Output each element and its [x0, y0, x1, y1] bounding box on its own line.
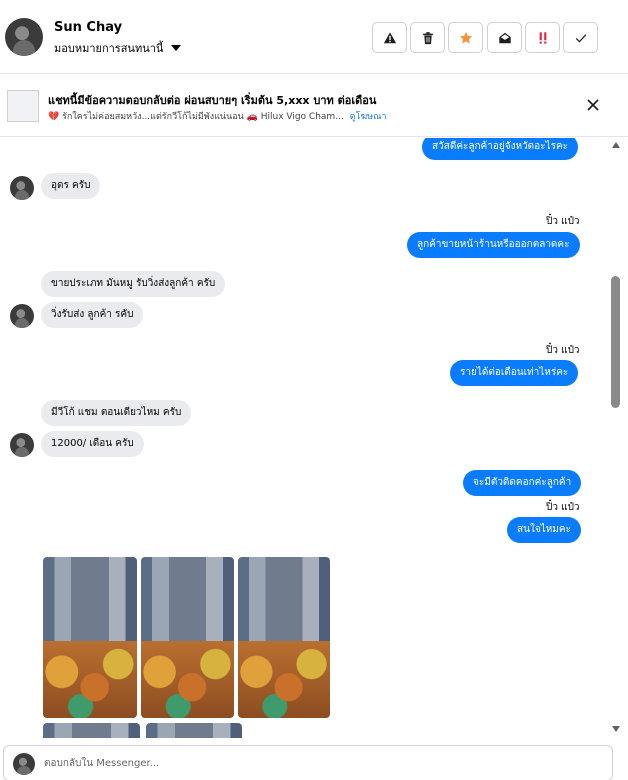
sender-name: ปิ๋ว แป๋ว — [546, 345, 580, 356]
outgoing-message[interactable]: จะมีตัวติดคอกค่ะลูกค้า — [463, 470, 582, 496]
photo-attachment[interactable] — [141, 557, 234, 718]
trash-icon — [422, 31, 433, 44]
conversation-header: Sun Chay มอบหมายการสนทนานี้ — [0, 0, 628, 74]
ad-title: แชทนี้มีข้อความตอบกลับต่อ ผ่อนสบายๆ เริ่… — [48, 94, 377, 107]
contact-avatar[interactable] — [5, 18, 43, 56]
contact-avatar — [10, 433, 34, 457]
star-button[interactable] — [448, 22, 483, 53]
photo-attachment[interactable] — [146, 723, 242, 738]
ad-context-banner: แชทนี้มีข้อความตอบกลับต่อ ผ่อนสบายๆ เริ่… — [0, 74, 628, 137]
contact-name[interactable]: Sun Chay — [54, 20, 122, 35]
sender-name: ปิ๋ว แป๋ว — [546, 502, 580, 513]
incoming-message[interactable]: ขายประเภท มันหมู รับวิ่งส่งลูกค้า ครับ — [41, 271, 226, 297]
scroll-down-arrow-icon[interactable] — [612, 726, 620, 732]
outgoing-message[interactable]: รายได้ต่อเดือนเท่าไหร่คะ — [450, 360, 579, 386]
assign-conversation-dropdown[interactable]: มอบหมายการสนทนานี้ — [54, 39, 182, 57]
double-exclamation-icon — [539, 31, 546, 44]
mark-done-button[interactable] — [563, 22, 598, 53]
page-avatar — [13, 753, 35, 775]
contact-avatar — [10, 176, 34, 200]
photo-attachment[interactable] — [238, 557, 330, 718]
checkmark-icon — [575, 33, 586, 43]
report-button[interactable] — [372, 22, 407, 53]
photo-attachment[interactable] — [43, 557, 137, 718]
scrollbar-thumb[interactable] — [611, 276, 620, 408]
photo-attachment[interactable] — [43, 723, 140, 738]
incoming-message[interactable]: มีวีโก้ แชม ตอนเดียวไหม ครับ — [41, 400, 192, 426]
outgoing-message[interactable]: สนใจไหมคะ — [507, 517, 581, 543]
outgoing-message[interactable]: สวัสดีค่ะลูกค้าอยู่จังหวัดอะไรคะ — [422, 138, 579, 160]
reply-input[interactable] — [44, 754, 584, 772]
mark-spam-button[interactable] — [525, 22, 560, 53]
delete-button[interactable] — [410, 22, 445, 53]
message-composer — [3, 745, 613, 780]
scroll-up-arrow-icon[interactable] — [612, 142, 620, 148]
thread-scrollbar[interactable] — [608, 138, 626, 736]
mark-unread-button[interactable] — [487, 22, 522, 53]
message-thread[interactable]: สวัสดีค่ะลูกค้าอยู่จังหวัดอะไรคะ อุดร คร… — [0, 138, 628, 738]
outgoing-message[interactable]: ลูกค้าขายหน้าร้านหรือออกตลาดคะ — [407, 232, 580, 258]
open-envelope-icon — [498, 32, 511, 43]
incoming-message[interactable]: อุดร ครับ — [41, 173, 101, 199]
ad-thumbnail — [7, 90, 39, 122]
sender-name: ปิ๋ว แป๋ว — [546, 216, 580, 227]
assign-label: มอบหมายการสนทนานี้ — [54, 42, 164, 55]
contact-avatar — [10, 304, 34, 328]
ad-subtitle-row: 💔 รักใครไม่ค่อยสมหวัง...แต่รักวีโก้ไม่มี… — [48, 109, 386, 123]
warning-icon — [383, 31, 396, 43]
close-icon[interactable] — [584, 96, 602, 114]
incoming-message[interactable]: 12000/ เดือน ครับ — [41, 431, 144, 457]
ad-subtitle: 💔 รักใครไม่ค่อยสมหวัง...แต่รักวีโก้ไม่มี… — [48, 112, 344, 122]
incoming-message[interactable]: วิ่งรับส่ง ลูกค้า รคับ — [41, 302, 144, 328]
star-icon — [459, 31, 472, 44]
caret-down-icon — [171, 45, 182, 51]
view-ad-link[interactable]: ดูโฆษณา — [350, 109, 387, 123]
